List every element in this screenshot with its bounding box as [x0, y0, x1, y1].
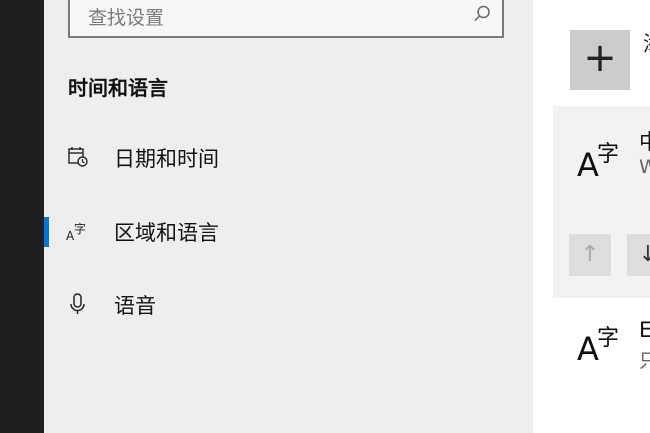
sidebar-item-label: 日期和时间	[114, 147, 219, 171]
content-pane: + 添 A 字 中 W ↑ ↓ A 字 E 只	[533, 0, 650, 433]
move-up-button[interactable]: ↑	[569, 234, 611, 276]
svg-text:字: 字	[74, 221, 86, 236]
language-icon: A 字	[577, 142, 620, 184]
sidebar-item-speech[interactable]: 语音	[44, 279, 533, 329]
sidebar-item-label: 区域和语言	[114, 221, 219, 245]
language-icon: A 字	[577, 326, 620, 368]
add-language-label: 添	[643, 28, 650, 58]
arrow-down-icon: ↓	[638, 242, 650, 267]
active-indicator	[44, 217, 49, 247]
arrow-up-icon: ↑	[580, 242, 600, 267]
search-input[interactable]	[86, 4, 450, 32]
sidebar-item-date-time[interactable]: 日期和时间	[44, 132, 533, 182]
language-item-selected[interactable]: A 字 中 W ↑ ↓	[553, 106, 650, 298]
language-name: E	[639, 318, 650, 342]
language-subtitle: W	[639, 156, 650, 178]
window-left-edge	[0, 0, 44, 433]
move-down-button[interactable]: ↓	[627, 234, 650, 276]
language-subtitle: 只	[639, 350, 650, 372]
sidebar-item-region-language[interactable]: A 字 区域和语言	[44, 206, 533, 256]
section-title: 时间和语言	[68, 76, 168, 100]
language-name: 中	[639, 130, 650, 154]
language-icon: A 字	[66, 221, 86, 243]
microphone-icon	[70, 293, 85, 314]
sidebar-item-label: 语音	[114, 294, 156, 318]
add-language-button[interactable]: +	[570, 30, 630, 90]
plus-icon: +	[583, 35, 617, 81]
settings-sidebar: 时间和语言 日期和时间 A 字 区域和语言 语音	[44, 0, 533, 433]
search-icon[interactable]	[472, 4, 492, 24]
search-box[interactable]	[68, 0, 504, 38]
calendar-clock-icon	[68, 147, 88, 167]
